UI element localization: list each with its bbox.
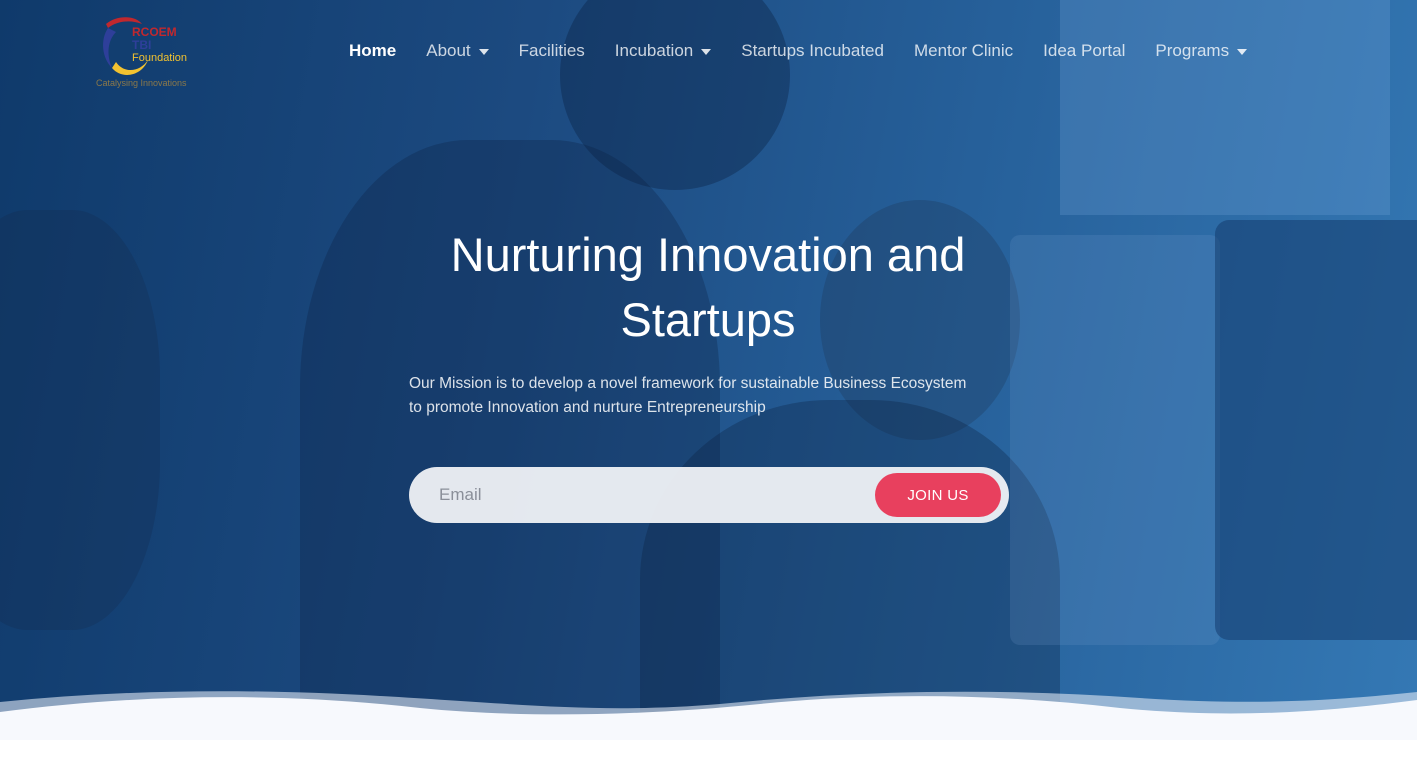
main-nav: Home About Facilities Incubation Startup…	[349, 40, 1277, 62]
logo-text-rcoem: RCOEM	[132, 25, 177, 39]
background-window	[1060, 0, 1390, 215]
nav-item-programs[interactable]: Programs	[1155, 41, 1248, 61]
nav-label: Programs	[1155, 41, 1230, 60]
headline-line-2: Startups	[620, 293, 796, 346]
hero-bottom-wave	[0, 691, 1417, 740]
nav-label: Incubation	[614, 41, 694, 60]
caret-down-icon	[478, 49, 489, 55]
site-logo[interactable]: RCOEM TBI Foundation Catalysing Innovati…	[96, 12, 206, 92]
hero-section: RCOEM TBI Foundation Catalysing Innovati…	[0, 0, 1417, 720]
caret-down-icon	[701, 49, 712, 55]
hero-headline: Nurturing Innovation and Startups	[358, 222, 1058, 352]
nav-label: Home	[349, 41, 397, 60]
nav-label: Mentor Clinic	[913, 41, 1014, 60]
nav-label: Idea Portal	[1043, 41, 1126, 60]
headline-line-1: Nurturing Innovation and	[450, 228, 966, 281]
nav-item-facilities[interactable]: Facilities	[519, 41, 585, 61]
background-figure-seated	[640, 400, 1060, 720]
nav-item-mentor-clinic[interactable]: Mentor Clinic	[914, 41, 1013, 61]
nav-item-about[interactable]: About	[426, 41, 489, 61]
newsletter-form: JOIN US	[409, 467, 1009, 523]
background-monitor-right	[1215, 220, 1417, 640]
caret-down-icon	[1237, 49, 1248, 55]
mission-line-2: to promote Innovation and nurture Entrep…	[409, 399, 766, 416]
nav-label: Facilities	[518, 41, 585, 60]
logo-tagline: Catalysing Innovations	[96, 78, 187, 88]
nav-item-incubation[interactable]: Incubation	[614, 41, 712, 61]
nav-label: About	[426, 41, 471, 60]
logo-text-foundation: Foundation	[132, 52, 188, 64]
nav-item-home[interactable]: Home	[349, 41, 396, 61]
nav-item-startups-incubated[interactable]: Startups Incubated	[741, 41, 884, 61]
nav-item-idea-portal[interactable]: Idea Portal	[1043, 41, 1125, 61]
background-figure-left	[0, 210, 160, 630]
email-input[interactable]	[439, 481, 859, 509]
mission-statement: Our Mission is to develop a novel framew…	[409, 372, 1029, 420]
mission-line-1: Our Mission is to develop a novel framew…	[409, 375, 967, 392]
nav-label: Startups Incubated	[741, 41, 884, 60]
join-us-button[interactable]: JOIN US	[875, 473, 1001, 517]
logo-text-tbi: TBI	[132, 38, 152, 52]
